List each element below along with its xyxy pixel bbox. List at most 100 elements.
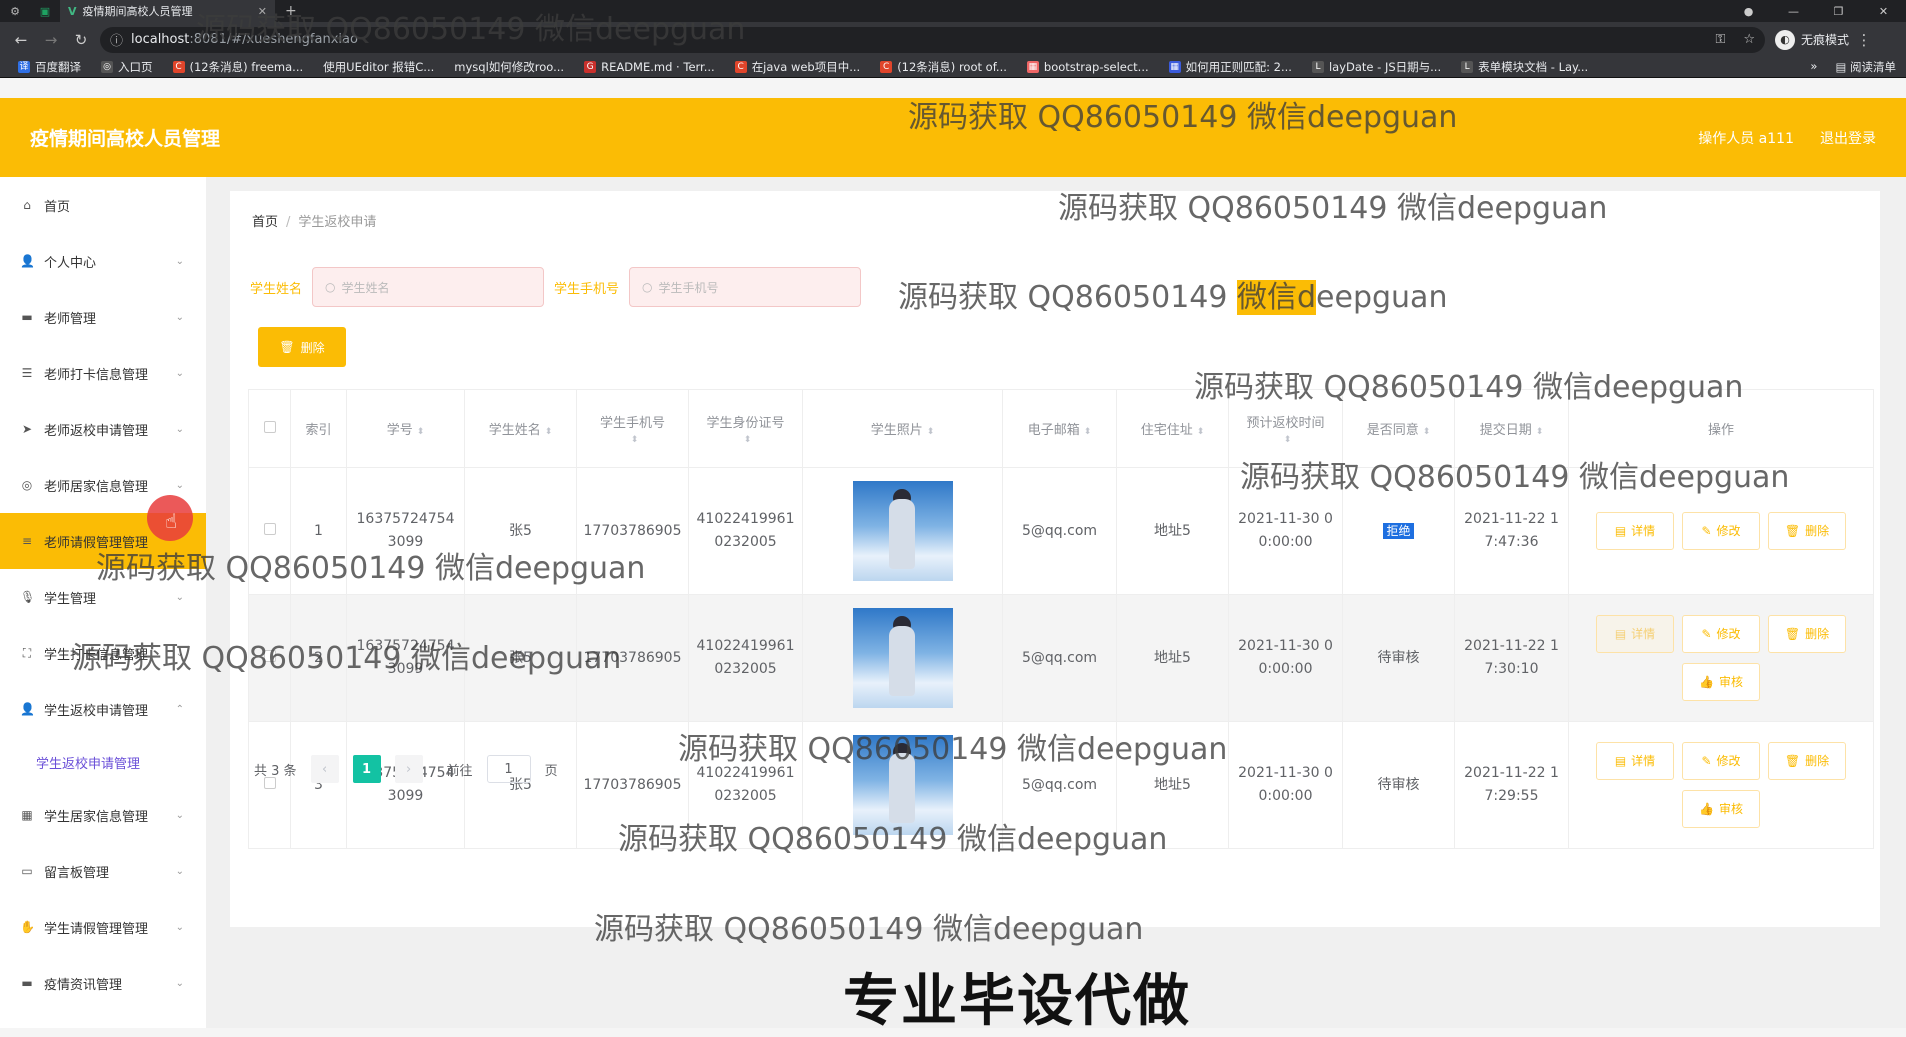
sort-icon[interactable]: ⬍ xyxy=(545,427,553,437)
sidebar-item-student-return[interactable]: 👤 学生返校申请管理 ⌃ xyxy=(0,681,206,737)
detail-button[interactable]: ▤ 详情 xyxy=(1596,512,1674,550)
sort-icon[interactable]: ⬍ xyxy=(417,427,425,437)
col-header[interactable]: 学生照片 ⬍ xyxy=(802,389,1003,468)
edit-label: 修改 xyxy=(1716,753,1741,768)
sort-icon[interactable]: ⬍ xyxy=(744,435,752,445)
bookmark[interactable]: C (12条消息) root of... xyxy=(870,59,1017,75)
row-select-cell[interactable] xyxy=(248,467,291,595)
col-header[interactable]: 电子邮箱 ⬍ xyxy=(1002,389,1117,468)
row-checkbox[interactable] xyxy=(263,649,276,662)
bookmark[interactable]: 使用UEditor 报错C... xyxy=(313,59,444,75)
new-tab-icon[interactable]: + xyxy=(285,3,297,19)
edit-button[interactable]: ✎ 修改 xyxy=(1682,512,1760,550)
cursor-highlight: ☝ xyxy=(147,495,193,541)
delete-button[interactable]: 🗑 删除 xyxy=(1768,512,1846,550)
review-button[interactable]: 👍 审核 xyxy=(1682,663,1760,701)
delete-button[interactable]: 🗑 删除 xyxy=(1768,615,1846,653)
sort-icon[interactable]: ⬍ xyxy=(1084,427,1092,437)
student-photo[interactable] xyxy=(852,735,953,835)
bookmark[interactable]: ▦ bootstrap-select... xyxy=(1017,60,1159,74)
sidebar-item-student-checkin[interactable]: ⛶ 学生打卡信息管理 ⌄ xyxy=(0,625,206,681)
bookmark[interactable]: LlayDate - JS日期与... xyxy=(1302,59,1451,75)
star-icon[interactable]: ☆ xyxy=(1743,32,1755,47)
row-select-cell[interactable] xyxy=(248,721,291,849)
batch-delete-button[interactable]: 🗑 删除 xyxy=(258,327,346,367)
col-header[interactable]: 是否同意 ⬍ xyxy=(1342,389,1455,468)
delete-button[interactable]: 🗑 删除 xyxy=(1768,742,1846,780)
delete-label: 删除 xyxy=(1805,753,1830,768)
col-header[interactable]: 学号 ⬍ xyxy=(346,389,465,468)
edit-button[interactable]: ✎ 修改 xyxy=(1682,615,1760,653)
sidebar-item-teacher-checkin[interactable]: ☰ 老师打卡信息管理 ⌄ xyxy=(0,345,206,401)
sheet-tab-icon[interactable]: ▣ xyxy=(30,5,60,18)
edit-button[interactable]: ✎ 修改 xyxy=(1682,742,1760,780)
select-all-checkbox[interactable] xyxy=(263,420,276,433)
row-checkbox[interactable] xyxy=(263,522,276,535)
student-photo[interactable] xyxy=(852,481,953,581)
detail-button[interactable]: ▤ 详情 xyxy=(1596,615,1674,653)
incognito-indicator[interactable]: ◐ 无痕模式 xyxy=(1775,29,1849,50)
bookmark[interactable]: L 表单模块文档 - Lay... xyxy=(1451,59,1598,75)
tab-search-icon[interactable]: ● xyxy=(1726,5,1771,18)
detail-button[interactable]: ▤ 详情 xyxy=(1596,742,1674,780)
col-header[interactable]: 学生姓名 ⬍ xyxy=(464,389,577,468)
url-field[interactable]: ⓘ localhost:8081/#/xueshengfanxiao ⚿ ☆ xyxy=(100,26,1765,53)
reload-icon[interactable]: ↻ xyxy=(66,31,96,49)
bookmark[interactable]: C (12条消息) freema... xyxy=(163,59,314,75)
row-select-cell[interactable] xyxy=(248,594,291,722)
next-page-icon[interactable]: › xyxy=(394,755,423,783)
col-header[interactable]: 预计返校时间 ⬍ xyxy=(1228,389,1343,468)
sidebar-item-teacher-return[interactable]: ➤ 老师返校申请管理 ⌄ xyxy=(0,401,206,457)
site-info-icon[interactable]: ⓘ xyxy=(110,30,123,49)
student-phone-input[interactable]: ○ 学生手机号 xyxy=(629,267,862,307)
window-close-icon[interactable]: ✕ xyxy=(1861,5,1906,18)
bookmark[interactable]: C 在java web项目中... xyxy=(725,59,871,75)
tab-close-icon[interactable]: ✕ xyxy=(258,5,267,18)
minimize-icon[interactable]: — xyxy=(1771,5,1816,18)
sidebar-item-teachers[interactable]: ▬ 老师管理 ⌄ xyxy=(0,289,206,345)
sidebar-item-home[interactable]: ⌂ 首页 xyxy=(0,177,206,233)
col-header[interactable]: 提交日期 ⬍ xyxy=(1454,389,1569,468)
col-header[interactable]: 学生身份证号 ⬍ xyxy=(688,389,803,468)
bookmark[interactable]: ◎ 入口页 xyxy=(91,59,163,75)
logout-link[interactable]: 退出登录 xyxy=(1820,128,1876,148)
more-menu-icon[interactable]: ⋮ xyxy=(1849,31,1879,49)
prev-page-icon[interactable]: ‹ xyxy=(310,755,339,783)
reading-list[interactable]: ▤ 阅读清单 xyxy=(1835,59,1896,75)
select-all-cell[interactable] xyxy=(248,389,291,468)
breadcrumb-home[interactable]: 首页 xyxy=(252,215,278,230)
student-photo[interactable] xyxy=(852,608,953,708)
cell-submit-date: 2021-11-22 1 7:47:36 xyxy=(1454,467,1569,595)
goto-page-input[interactable]: 1 xyxy=(486,755,531,783)
browser-tab-active[interactable]: V 疫情期间高校人员管理 ✕ xyxy=(60,0,275,22)
back-icon[interactable]: ← xyxy=(6,31,36,49)
sidebar-item-student-home[interactable]: ▦ 学生居家信息管理 ⌄ xyxy=(0,787,206,843)
sidebar-item-message-board[interactable]: ▭ 留言板管理 ⌄ xyxy=(0,843,206,899)
sidebar-item-student-leave[interactable]: ✋ 学生请假管理管理 ⌄ xyxy=(0,899,206,955)
key-icon[interactable]: ⚿ xyxy=(1715,32,1725,47)
bookmark[interactable]: mysql如何修改roo... xyxy=(444,59,574,75)
bookmark[interactable]: G README.md · Terr... xyxy=(574,60,725,74)
submenu-student-return[interactable]: 学生返校申请管理 xyxy=(0,737,206,787)
sidebar-item-profile[interactable]: 👤 个人中心 ⌄ xyxy=(0,233,206,289)
bookmark[interactable]: ▦ 如何用正则匹配: 2... xyxy=(1159,59,1302,75)
restore-icon[interactable]: ❐ xyxy=(1816,5,1861,18)
sort-icon[interactable]: ⬍ xyxy=(927,427,935,437)
sort-icon[interactable]: ⬍ xyxy=(1197,427,1205,437)
student-name-input[interactable]: ○ 学生姓名 xyxy=(312,267,545,307)
browser-menu-icon[interactable]: ⚙ xyxy=(0,5,30,18)
sort-icon[interactable]: ⬍ xyxy=(631,435,639,445)
page-number[interactable]: 1 xyxy=(352,755,381,783)
sidebar-item-news[interactable]: ▬ 疫情资讯管理 ⌄ xyxy=(0,955,206,1011)
col-header[interactable]: 学生手机号 ⬍ xyxy=(576,389,689,468)
more-bookmarks-icon[interactable]: » xyxy=(1810,59,1817,75)
forward-icon[interactable]: → xyxy=(36,31,66,49)
review-button[interactable]: 👍 审核 xyxy=(1682,790,1760,828)
sort-icon[interactable]: ⬍ xyxy=(1536,427,1544,437)
bookmark[interactable]: 译百度翻译 xyxy=(8,59,91,75)
sort-icon[interactable]: ⬍ xyxy=(1423,427,1431,437)
sidebar-item-students[interactable]: 🎙 学生管理 ⌄ xyxy=(0,569,206,625)
sort-icon[interactable]: ⬍ xyxy=(1284,435,1292,445)
col-header[interactable]: 住宅住址 ⬍ xyxy=(1116,389,1229,468)
table-row: 2 16375724754 3099 张5 17703786905 410224… xyxy=(248,594,1874,722)
